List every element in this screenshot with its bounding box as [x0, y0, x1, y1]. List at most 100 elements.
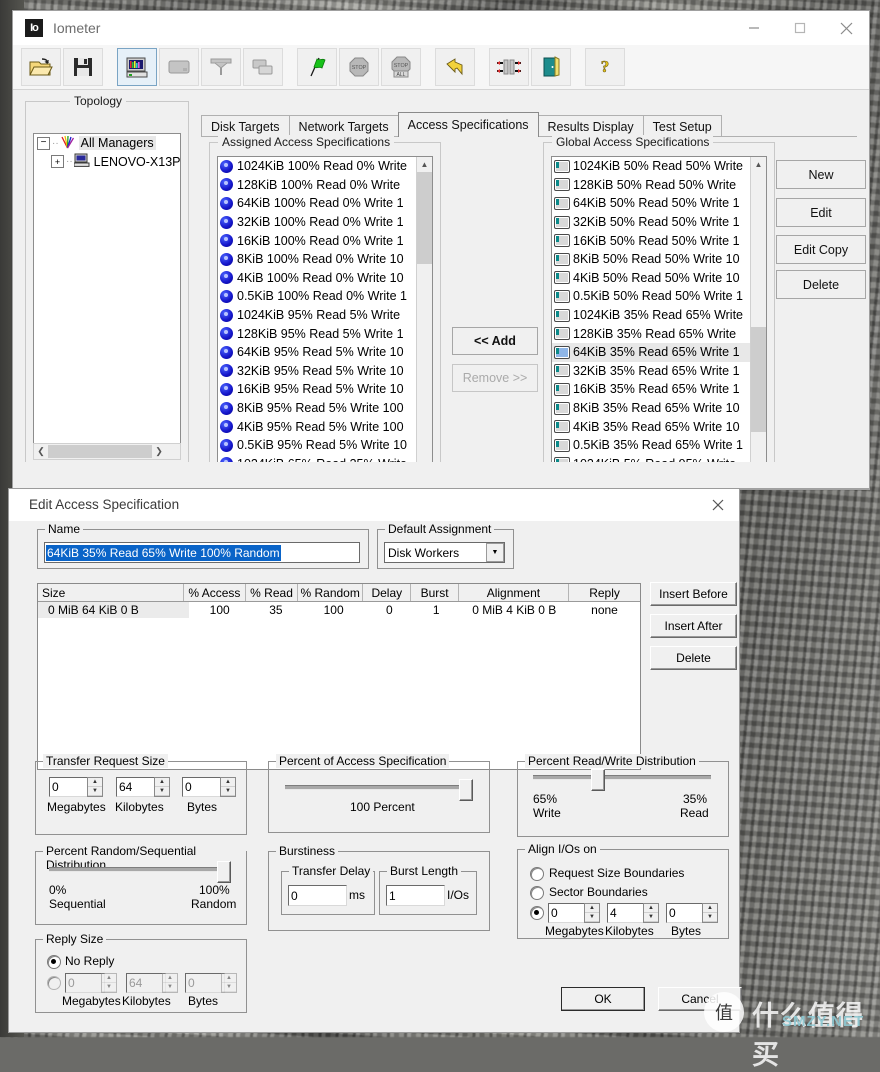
- assigned-list-item[interactable]: 128KiB 100% Read 0% Write: [218, 176, 417, 195]
- global-list-item[interactable]: 64KiB 50% Read 50% Write 1: [552, 194, 751, 213]
- scroll-right-icon[interactable]: ❯: [152, 446, 166, 457]
- assigned-list-item[interactable]: 0.5KiB 100% Read 0% Write 1: [218, 287, 417, 306]
- assigned-list-item[interactable]: 1024KiB 95% Read 5% Write: [218, 306, 417, 325]
- align-bytes-spinner[interactable]: ▲ ▼: [702, 903, 718, 923]
- global-list-item[interactable]: 32KiB 50% Read 50% Write 1: [552, 213, 751, 232]
- spin-up-icon[interactable]: ▲: [88, 778, 102, 787]
- th-alignment[interactable]: Alignment: [458, 584, 570, 601]
- reply-size-custom-radio[interactable]: [47, 976, 61, 990]
- yellow-arrow-button[interactable]: [435, 48, 475, 86]
- dialog-close-icon[interactable]: [705, 493, 731, 517]
- table-row[interactable]: 0 MiB 64 KiB 0 B 100 35 100 0 1 0 MiB 4 …: [38, 602, 640, 618]
- remove-button[interactable]: Remove >>: [452, 364, 538, 392]
- transfer-delay-input[interactable]: 0: [288, 885, 347, 906]
- global-list-item[interactable]: 32KiB 35% Read 65% Write 1: [552, 362, 751, 381]
- global-list-item[interactable]: 16KiB 35% Read 65% Write 1: [552, 380, 751, 399]
- global-list-item[interactable]: 8KiB 50% Read 50% Write 10: [552, 250, 751, 269]
- assigned-list-item[interactable]: 8KiB 100% Read 0% Write 10: [218, 250, 417, 269]
- reply-kilobytes-spinner[interactable]: ▲ ▼: [162, 973, 178, 993]
- spin-up-icon[interactable]: ▲: [163, 974, 177, 983]
- spin-up-icon[interactable]: ▲: [644, 904, 658, 913]
- spin-down-icon[interactable]: ▼: [222, 983, 236, 992]
- edit-copy-spec-button[interactable]: Edit Copy: [776, 235, 866, 264]
- global-list-item[interactable]: 4KiB 50% Read 50% Write 10: [552, 269, 751, 288]
- slider-thumb[interactable]: [459, 779, 473, 801]
- save-file-button[interactable]: [63, 48, 103, 86]
- disk-target-button[interactable]: [159, 48, 199, 86]
- reply-megabytes-spinner[interactable]: ▲ ▼: [101, 973, 117, 993]
- no-reply-label[interactable]: No Reply: [65, 954, 114, 968]
- percent-access-spec-slider[interactable]: [285, 779, 473, 801]
- delete-row-button[interactable]: Delete: [650, 646, 737, 670]
- no-reply-radio[interactable]: [47, 955, 61, 969]
- assigned-list-item[interactable]: 32KiB 100% Read 0% Write 1: [218, 213, 417, 232]
- burst-length-input[interactable]: 1: [386, 885, 445, 906]
- th-reply[interactable]: Reply: [569, 584, 640, 601]
- spin-down-icon[interactable]: ▼: [221, 787, 235, 796]
- expander-minus-icon[interactable]: −: [37, 136, 50, 150]
- align-request-size-label[interactable]: Request Size Boundaries: [549, 866, 684, 880]
- default-assignment-combobox[interactable]: Disk Workers ▼: [384, 542, 505, 563]
- global-list-item[interactable]: 8KiB 35% Read 65% Write 10: [552, 399, 751, 418]
- spin-up-icon[interactable]: ▲: [222, 974, 236, 983]
- global-list-item[interactable]: 128KiB 50% Read 50% Write: [552, 176, 751, 195]
- tab-access-specifications[interactable]: Access Specifications: [397, 112, 539, 137]
- spin-down-icon[interactable]: ▼: [102, 983, 116, 992]
- exit-door-button[interactable]: [531, 48, 571, 86]
- global-list-vscrollbar[interactable]: ▲: [750, 157, 766, 466]
- assigned-list-item[interactable]: 0.5KiB 95% Read 5% Write 10: [218, 436, 417, 455]
- maximize-icon[interactable]: [777, 11, 823, 45]
- green-flag-button[interactable]: [297, 48, 337, 86]
- reply-kilobytes-input[interactable]: 64: [126, 973, 166, 993]
- trs-kilobytes-spinner[interactable]: ▲ ▼: [154, 777, 170, 797]
- minimize-icon[interactable]: [731, 11, 777, 45]
- spin-down-icon[interactable]: ▼: [703, 913, 717, 922]
- stop-button[interactable]: STOP: [339, 48, 379, 86]
- expand-arrows-button[interactable]: [489, 48, 529, 86]
- tree-node-lenovo[interactable]: + ·· LENOVO-X13PRO: [34, 153, 180, 172]
- percent-random-seq-slider[interactable]: [49, 861, 231, 883]
- spin-up-icon[interactable]: ▲: [585, 904, 599, 913]
- percent-read-write-slider[interactable]: [533, 769, 711, 791]
- th-burst[interactable]: Burst: [411, 584, 459, 601]
- trs-kilobytes-input[interactable]: 64: [116, 777, 158, 797]
- global-access-specs-list[interactable]: 1024KiB 50% Read 50% Write 128KiB 50% Rea…: [551, 156, 767, 467]
- scroll-left-icon[interactable]: ❮: [34, 446, 48, 457]
- assigned-list-item[interactable]: 64KiB 100% Read 0% Write 1: [218, 194, 417, 213]
- global-list-item[interactable]: 128KiB 35% Read 65% Write: [552, 324, 751, 343]
- tab-test-setup[interactable]: Test Setup: [642, 115, 722, 137]
- reply-bytes-spinner[interactable]: ▲ ▼: [221, 973, 237, 993]
- insert-before-button[interactable]: Insert Before: [650, 582, 737, 606]
- assigned-list-item[interactable]: 128KiB 95% Read 5% Write 1: [218, 324, 417, 343]
- assigned-list-item[interactable]: 4KiB 95% Read 5% Write 100: [218, 417, 417, 436]
- assigned-list-item[interactable]: 8KiB 95% Read 5% Write 100: [218, 399, 417, 418]
- th-read[interactable]: % Read: [245, 584, 299, 601]
- align-bytes-input[interactable]: 0: [666, 903, 706, 923]
- add-button[interactable]: << Add: [452, 327, 538, 355]
- network-target-button[interactable]: [201, 48, 241, 86]
- tab-network-targets[interactable]: Network Targets: [288, 115, 399, 137]
- spin-up-icon[interactable]: ▲: [221, 778, 235, 787]
- spin-up-icon[interactable]: ▲: [155, 778, 169, 787]
- th-access[interactable]: % Access: [183, 584, 246, 601]
- align-custom-radio[interactable]: [530, 906, 544, 920]
- expander-plus-icon[interactable]: +: [51, 155, 64, 169]
- assigned-list-item[interactable]: 64KiB 95% Read 5% Write 10: [218, 343, 417, 362]
- monitor-icon-button[interactable]: [117, 48, 157, 86]
- align-sector-label[interactable]: Sector Boundaries: [549, 885, 648, 899]
- scroll-up-icon[interactable]: ▲: [417, 157, 432, 172]
- spin-down-icon[interactable]: ▼: [163, 983, 177, 992]
- scroll-thumb[interactable]: [751, 327, 766, 432]
- topology-tree[interactable]: − ·· All Managers + ·· LENOVO-X13P: [33, 133, 181, 445]
- new-spec-button[interactable]: New: [776, 160, 866, 189]
- global-list-item[interactable]: 0.5KiB 50% Read 50% Write 1: [552, 287, 751, 306]
- tab-results-display[interactable]: Results Display: [537, 115, 644, 137]
- assigned-list-item[interactable]: 16KiB 95% Read 5% Write 10: [218, 380, 417, 399]
- tree-node-all-managers[interactable]: − ·· All Managers: [34, 134, 180, 153]
- topology-hscrollbar[interactable]: ❮ ❯: [33, 443, 181, 460]
- global-list-item[interactable]: 1024KiB 35% Read 65% Write: [552, 306, 751, 325]
- spin-down-icon[interactable]: ▼: [155, 787, 169, 796]
- delete-spec-button[interactable]: Delete: [776, 270, 866, 299]
- spin-up-icon[interactable]: ▲: [703, 904, 717, 913]
- align-megabytes-input[interactable]: 0: [548, 903, 588, 923]
